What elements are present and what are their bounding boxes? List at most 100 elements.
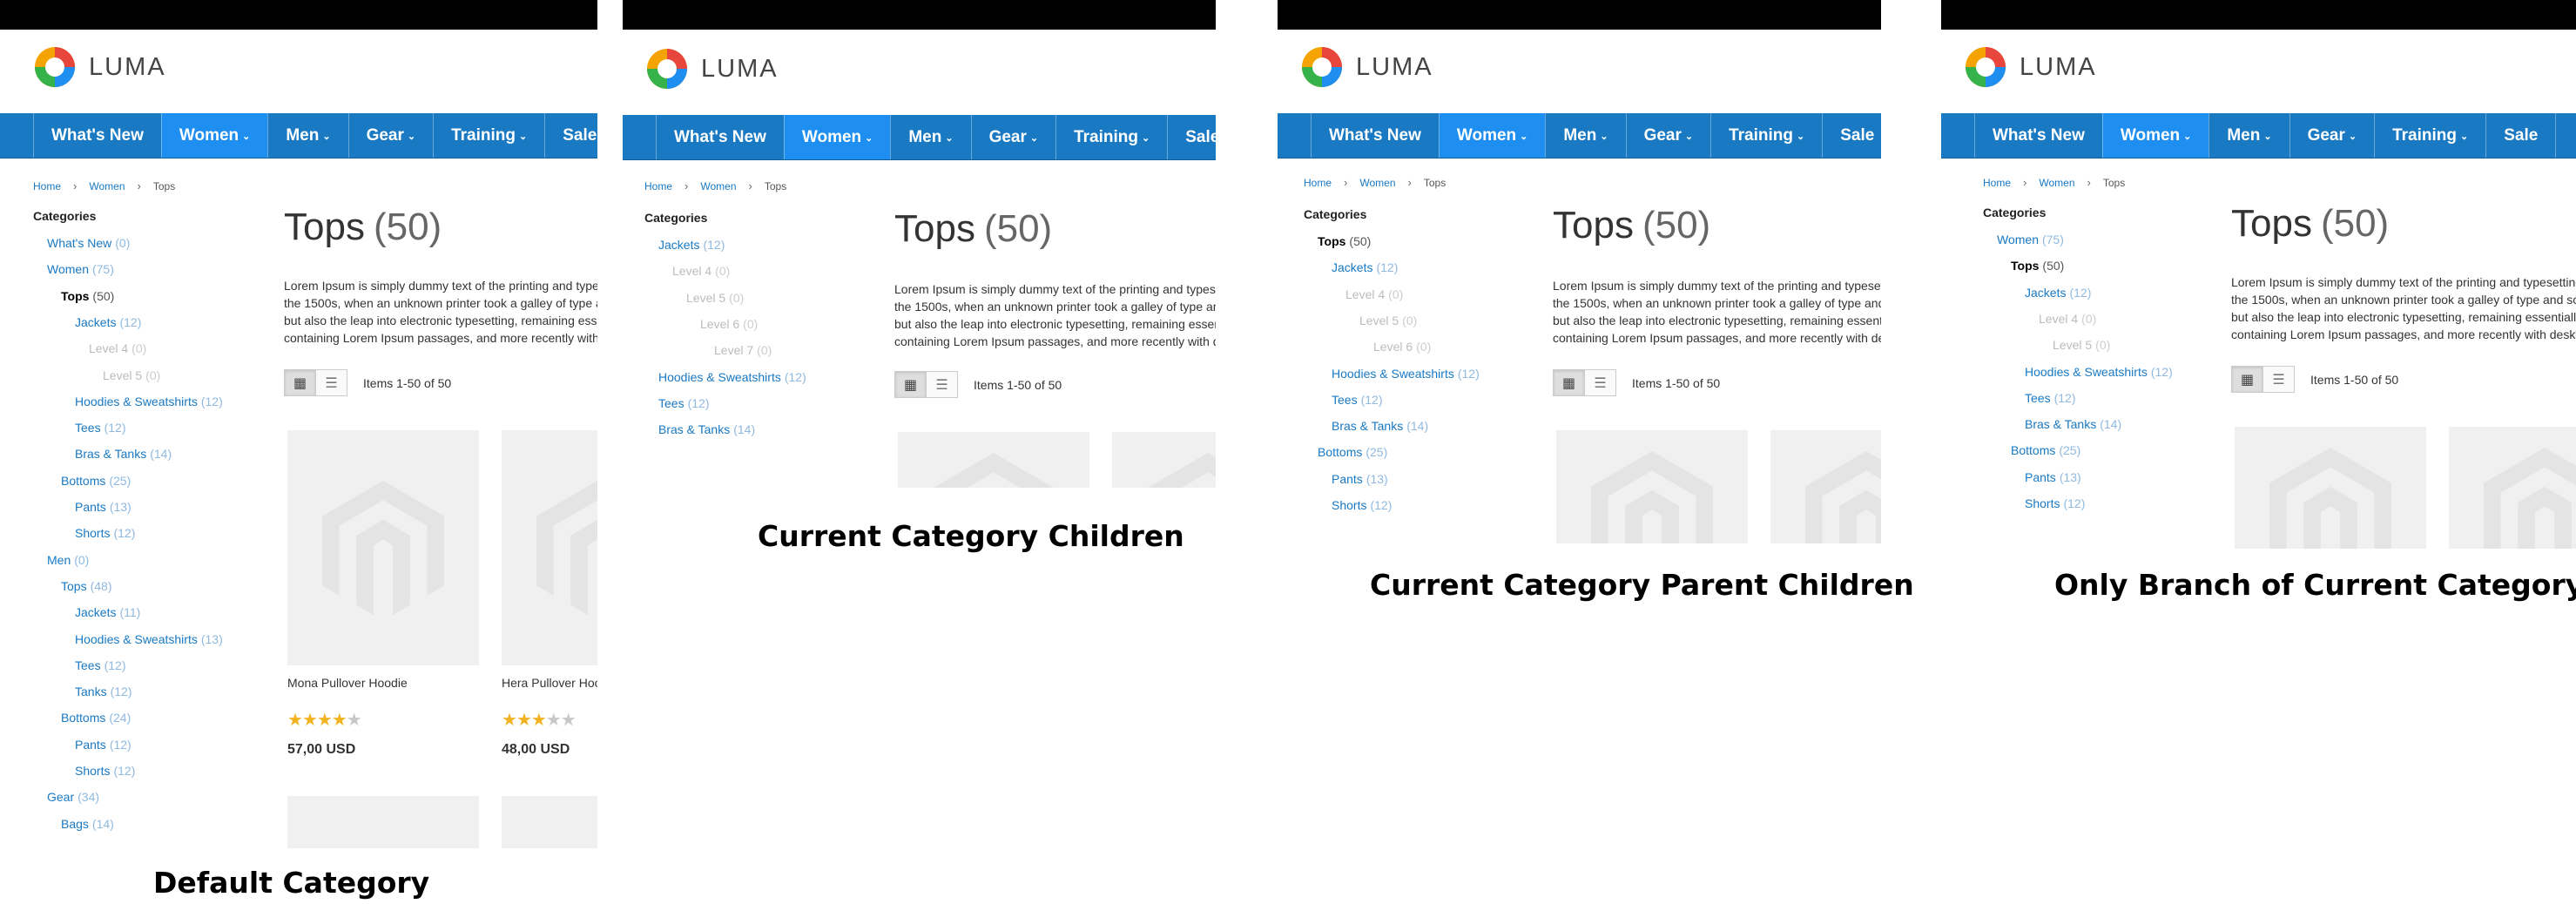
grid-view-icon[interactable]: ▦: [894, 371, 927, 398]
category-item[interactable]: Jackets (12): [1332, 260, 1398, 275]
product-name[interactable]: Hera Pullover Hoodie: [502, 676, 597, 690]
luma-logo[interactable]: LUMA: [1300, 45, 1433, 89]
category-item[interactable]: Level 4 (0): [672, 263, 730, 279]
category-item[interactable]: Jackets (11): [75, 604, 140, 620]
category-item[interactable]: Jackets (12): [75, 314, 141, 330]
category-item[interactable]: Bags (14): [61, 816, 114, 832]
product-name[interactable]: Mona Pullover Hoodie: [287, 676, 408, 690]
category-item[interactable]: Hoodies & Sweatshirts (12): [75, 394, 223, 409]
category-item[interactable]: Tops (48): [61, 578, 111, 594]
category-item[interactable]: Level 5 (0): [1359, 313, 1417, 328]
category-item[interactable]: Bottoms (24): [61, 710, 131, 725]
nav-item-men[interactable]: Men ⌄: [890, 115, 970, 159]
nav-item-training[interactable]: Training ⌄: [1055, 115, 1167, 159]
category-item[interactable]: Bottoms (25): [1318, 444, 1387, 460]
breadcrumb-item[interactable]: Women: [700, 180, 736, 192]
list-view-icon[interactable]: ☰: [315, 369, 347, 396]
category-item[interactable]: Bottoms (25): [2011, 442, 2080, 458]
grid-view-icon[interactable]: ▦: [1553, 369, 1585, 396]
category-item[interactable]: Women (75): [1997, 232, 2064, 247]
category-item[interactable]: Tees (12): [75, 420, 125, 435]
product-image[interactable]: [1112, 432, 1216, 488]
category-item[interactable]: Shorts (12): [75, 525, 135, 541]
list-view-icon[interactable]: ☰: [926, 371, 958, 398]
breadcrumb-item[interactable]: Home: [1983, 177, 2011, 189]
category-item[interactable]: Level 5 (0): [103, 368, 160, 383]
category-item[interactable]: Bottoms (25): [61, 473, 131, 489]
nav-item-women[interactable]: Women ⌄: [2101, 113, 2209, 158]
category-item[interactable]: Jackets (12): [2025, 285, 2091, 300]
nav-item-sale[interactable]: Sale: [1167, 115, 1216, 159]
product-image[interactable]: [502, 430, 597, 665]
nav-item-women[interactable]: Women ⌄: [783, 115, 891, 159]
category-item[interactable]: Gear (34): [47, 789, 99, 805]
nav-item-men[interactable]: Men ⌄: [1545, 113, 1625, 158]
nav-item-what-s-new[interactable]: What's New: [1974, 113, 2102, 158]
breadcrumb-item[interactable]: Home: [1304, 177, 1332, 189]
category-item[interactable]: What's New (0): [47, 235, 130, 251]
category-item[interactable]: Hoodies & Sweatshirts (12): [2025, 364, 2173, 380]
nav-item-sale[interactable]: Sale: [1822, 113, 1881, 158]
product-image[interactable]: [287, 430, 479, 665]
category-item[interactable]: Tees (12): [1332, 392, 1382, 408]
nav-item-women[interactable]: Women ⌄: [160, 113, 268, 158]
luma-logo[interactable]: LUMA: [645, 47, 779, 91]
category-item[interactable]: Jackets (12): [658, 237, 725, 253]
nav-item-gear[interactable]: Gear ⌄: [970, 115, 1056, 159]
luma-logo[interactable]: LUMA: [1964, 45, 2097, 89]
category-item[interactable]: Bras & Tanks (14): [658, 422, 755, 437]
category-item[interactable]: Level 5 (0): [2053, 337, 2110, 353]
product-image[interactable]: [2235, 427, 2426, 549]
nav-item-sale[interactable]: Sale: [544, 113, 597, 158]
category-item[interactable]: Tees (12): [658, 395, 709, 411]
breadcrumb-item[interactable]: Home: [33, 180, 61, 192]
category-item[interactable]: Bras & Tanks (14): [1332, 418, 1428, 434]
category-item[interactable]: Level 5 (0): [686, 290, 744, 306]
category-item[interactable]: Pants (13): [1332, 471, 1388, 487]
nav-item-training[interactable]: Training ⌄: [1710, 113, 1822, 158]
category-item[interactable]: Tees (12): [75, 658, 125, 673]
grid-view-icon[interactable]: ▦: [2231, 366, 2263, 393]
category-item[interactable]: Level 7 (0): [714, 342, 772, 358]
category-item[interactable]: Level 4 (0): [89, 341, 146, 356]
category-item[interactable]: Hoodies & Sweatshirts (13): [75, 631, 223, 647]
nav-item-what-s-new[interactable]: What's New: [33, 113, 161, 158]
category-item[interactable]: Shorts (12): [1332, 497, 1392, 513]
category-item[interactable]: Level 4 (0): [1345, 287, 1403, 302]
category-item[interactable]: Men (0): [47, 552, 89, 568]
breadcrumb-item[interactable]: Women: [89, 180, 125, 192]
nav-item-gear[interactable]: Gear ⌄: [1625, 113, 1711, 158]
nav-item-gear[interactable]: Gear ⌄: [347, 113, 434, 158]
nav-item-training[interactable]: Training ⌄: [2374, 113, 2485, 158]
category-item[interactable]: Women (75): [47, 261, 114, 277]
nav-item-women[interactable]: Women ⌄: [1438, 113, 1546, 158]
category-item[interactable]: Tees (12): [2025, 390, 2075, 406]
breadcrumb-item[interactable]: Women: [1359, 177, 1395, 189]
category-item[interactable]: Level 6 (0): [1373, 339, 1431, 354]
category-item[interactable]: Level 4 (0): [2039, 311, 2096, 327]
category-item[interactable]: Bras & Tanks (14): [2025, 416, 2121, 432]
nav-item-what-s-new[interactable]: What's New: [656, 115, 784, 159]
luma-logo[interactable]: LUMA: [33, 45, 166, 89]
product-image[interactable]: [898, 432, 1089, 488]
category-item[interactable]: Level 6 (0): [700, 316, 758, 332]
category-item[interactable]: Tanks (12): [75, 684, 131, 699]
product-image[interactable]: [1556, 430, 1748, 543]
category-item[interactable]: Shorts (12): [2025, 496, 2085, 511]
list-view-icon[interactable]: ☰: [2262, 366, 2295, 393]
nav-item-what-s-new[interactable]: What's New: [1311, 113, 1439, 158]
nav-item-gear[interactable]: Gear ⌄: [2289, 113, 2375, 158]
breadcrumb-item[interactable]: Women: [2039, 177, 2074, 189]
nav-item-training[interactable]: Training ⌄: [433, 113, 544, 158]
category-item[interactable]: Hoodies & Sweatshirts (12): [658, 369, 806, 385]
product-image[interactable]: [2449, 427, 2576, 549]
nav-item-men[interactable]: Men ⌄: [267, 113, 347, 158]
product-image[interactable]: [502, 796, 597, 848]
list-view-icon[interactable]: ☰: [1584, 369, 1616, 396]
category-item[interactable]: Shorts (12): [75, 763, 135, 779]
category-item[interactable]: Pants (13): [75, 499, 131, 515]
product-image[interactable]: [287, 796, 479, 848]
category-item[interactable]: Bras & Tanks (14): [75, 446, 172, 462]
breadcrumb-item[interactable]: Home: [644, 180, 672, 192]
nav-item-sale[interactable]: Sale: [2485, 113, 2557, 158]
